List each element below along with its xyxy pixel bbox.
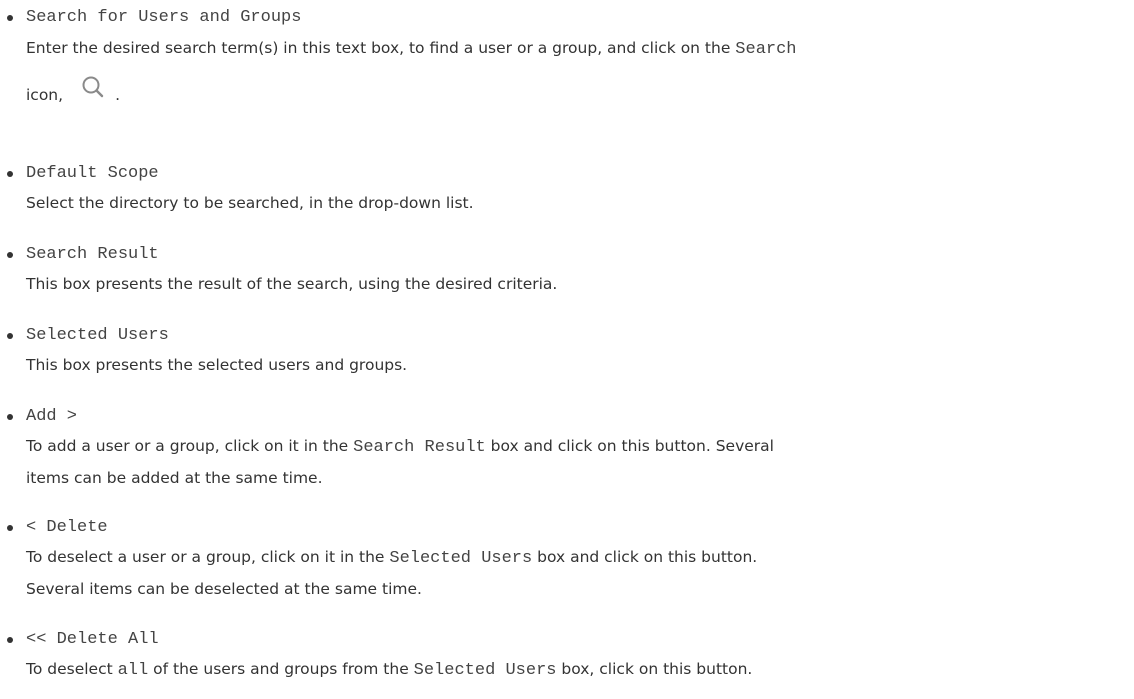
description-line: To add a user or a group, click on it in… xyxy=(26,431,1131,463)
item-term: << Delete All xyxy=(26,630,159,649)
description-text: icon, xyxy=(26,86,64,104)
description-text: items can be added at the same time. xyxy=(26,469,323,487)
item-description: To deselect all of the users and groups … xyxy=(26,654,1131,686)
list-item-delete-button: < Delete To deselect a user or a group, … xyxy=(0,516,1134,606)
description-text: Select the directory to be searched, in … xyxy=(26,194,474,212)
item-term: Search Result xyxy=(26,245,159,264)
bullet xyxy=(7,252,13,258)
description-line: icon,. xyxy=(26,76,1131,111)
inline-code: all xyxy=(117,661,149,680)
list-item-selected-users: Selected Users This box presents the sel… xyxy=(0,324,1134,384)
item-term: Add > xyxy=(26,407,78,426)
bullet xyxy=(7,414,13,420)
description-text: box and click on this button. xyxy=(532,548,758,566)
item-description: To deselect a user or a group, click on … xyxy=(26,542,1131,604)
description-text: of the users and groups from the xyxy=(148,660,414,678)
search-icon xyxy=(77,73,115,103)
list-item-delete-all-button: << Delete All To deselect all of the use… xyxy=(0,628,1134,694)
description-text: To add a user or a group, click on it in… xyxy=(26,437,354,455)
item-term: Default Scope xyxy=(26,164,159,183)
item-term: Search for Users and Groups xyxy=(26,8,302,27)
item-description: This box presents the selected users and… xyxy=(26,350,1131,380)
list-item-default-scope: Default Scope Select the directory to be… xyxy=(0,162,1134,222)
description-text: Several items can be deselected at the s… xyxy=(26,580,422,598)
bullet xyxy=(7,525,13,531)
description-line: Enter the desired search term(s) in this… xyxy=(26,33,1131,65)
bullet xyxy=(7,171,13,177)
description-text: To deselect xyxy=(26,660,118,678)
item-term: < Delete xyxy=(26,518,108,537)
description-line: To deselect all of the users and groups … xyxy=(26,654,1131,686)
bullet xyxy=(7,15,13,21)
item-description: Select the directory to be searched, in … xyxy=(26,188,1131,218)
inline-code: Search xyxy=(735,40,797,59)
description-text: box and click on this button. Several xyxy=(485,437,774,455)
list-item-search-result: Search Result This box presents the resu… xyxy=(0,243,1134,303)
description-text: To deselect a user or a group, click on … xyxy=(26,548,390,566)
description-line: To deselect a user or a group, click on … xyxy=(26,542,1131,574)
item-description: This box presents the result of the sear… xyxy=(26,269,1131,299)
inline-code: Selected Users xyxy=(389,549,533,568)
item-term: Selected Users xyxy=(26,326,169,345)
description-text: . xyxy=(115,86,120,104)
item-description: To add a user or a group, click on it in… xyxy=(26,431,1131,493)
bullet xyxy=(7,333,13,339)
list-item-search-users-groups: Search for Users and Groups Enter the de… xyxy=(0,6,1134,104)
list-item-add-button: Add > To add a user or a group, click on… xyxy=(0,405,1134,495)
document-page: Search for Users and Groups Enter the de… xyxy=(0,0,1134,699)
description-text: This box presents the result of the sear… xyxy=(26,275,558,293)
description-text: box, click on this button. xyxy=(556,660,753,678)
description-text: This box presents the selected users and… xyxy=(26,356,408,374)
inline-code: Selected Users xyxy=(413,661,557,680)
inline-code: Search Result xyxy=(353,438,486,457)
bullet xyxy=(7,637,13,643)
item-description: Enter the desired search term(s) in this… xyxy=(26,33,1131,111)
description-text: Enter the desired search term(s) in this… xyxy=(26,39,736,57)
